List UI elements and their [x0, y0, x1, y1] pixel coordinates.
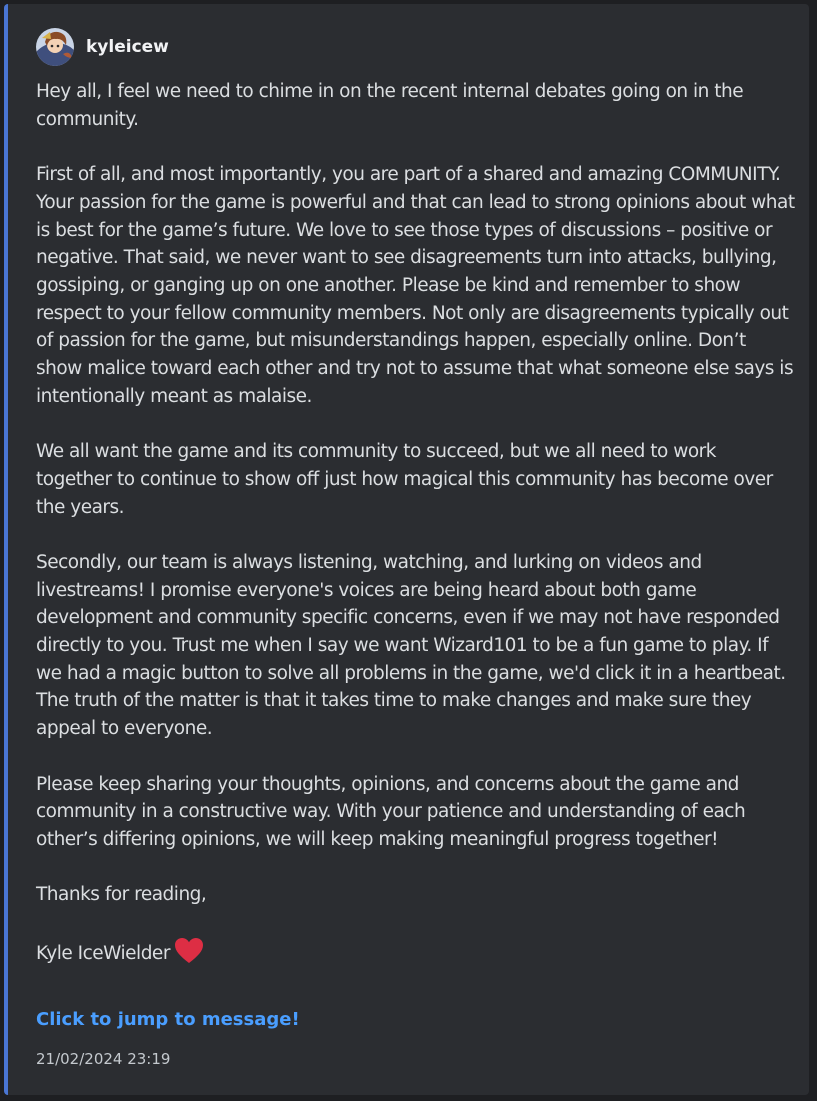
- jump-to-message-link[interactable]: Click to jump to message!: [36, 1009, 300, 1030]
- message-paragraph: First of all, and most importantly, you …: [36, 164, 795, 407]
- embed-accent-bar: [4, 4, 8, 1095]
- message-body: Hey all, I feel we need to chime in on t…: [36, 78, 796, 1000]
- avatar[interactable]: [36, 28, 74, 66]
- red-heart-icon: [174, 937, 204, 973]
- signature: Kyle IceWielder: [36, 942, 170, 964]
- timestamp: 21/02/2024 23:19: [36, 1050, 171, 1068]
- message-paragraph: Hey all, I feel we need to chime in on t…: [36, 81, 744, 130]
- wizard-avatar-icon: [36, 28, 74, 66]
- message-paragraph: Thanks for reading,: [36, 884, 207, 906]
- message-paragraph: We all want the game and its community t…: [36, 441, 773, 518]
- author-name[interactable]: kyleicew: [86, 37, 169, 57]
- signature-line: Kyle IceWielder: [36, 937, 796, 973]
- author-row: kyleicew: [36, 28, 169, 66]
- message-paragraph: Secondly, our team is always listening, …: [36, 551, 786, 740]
- message-embed: kyleicew Hey all, I feel we need to chim…: [4, 4, 809, 1095]
- message-paragraph: Please keep sharing your thoughts, opini…: [36, 773, 746, 850]
